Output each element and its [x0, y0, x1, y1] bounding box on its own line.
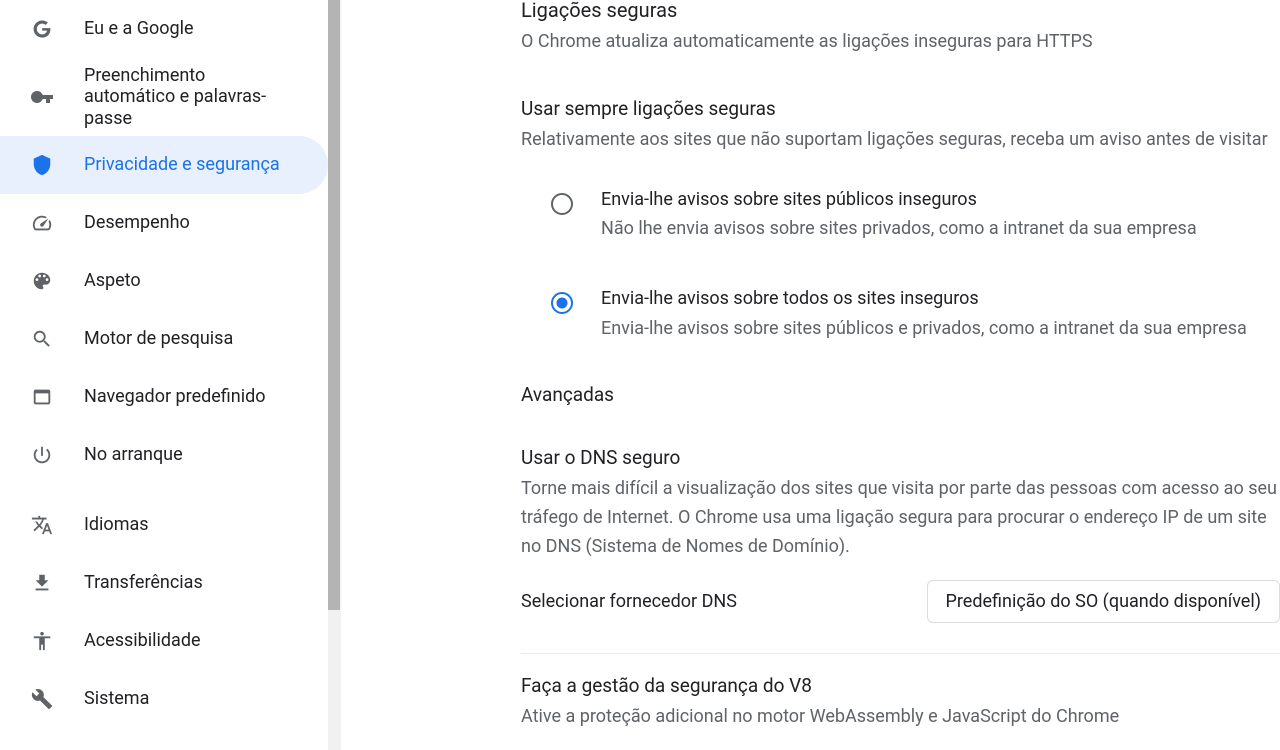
radio-label: Envia-lhe avisos sobre sites públicos in… [601, 185, 1197, 215]
settings-content: Ligações seguras O Chrome atualiza autom… [340, 0, 1280, 750]
warn-radio-group: Envia-lhe avisos sobre sites públicos in… [551, 185, 1280, 344]
subsection-title: Faça a gestão da segurança do V8 [521, 674, 1280, 697]
dns-provider-select[interactable]: Predefinição do SO (quando disponível) [927, 580, 1280, 623]
section-desc: O Chrome atualiza automaticamente as lig… [521, 28, 1280, 57]
secure-connections-section: Ligações seguras O Chrome atualiza autom… [521, 0, 1280, 57]
radio-warn-all[interactable]: Envia-lhe avisos sobre todos os sites in… [551, 284, 1280, 343]
section-desc: Ative a proteção adicional no motor WebA… [521, 703, 1280, 732]
radio-button[interactable] [551, 193, 573, 215]
sidebar-item-privacy[interactable]: Privacidade e segurança [0, 136, 328, 194]
sidebar-scrollbar[interactable] [328, 0, 340, 750]
sidebar-item-default-browser[interactable]: Navegador predefinido [0, 368, 328, 426]
dns-provider-label: Selecionar fornecedor DNS [521, 591, 737, 612]
sidebar-item-label: Acessibilidade [84, 630, 201, 652]
key-icon [30, 85, 54, 109]
scrollbar-thumb[interactable] [328, 0, 340, 610]
sidebar-item-label: Sistema [84, 688, 149, 710]
download-icon [30, 571, 54, 595]
radio-sublabel: Não lhe envia avisos sobre sites privado… [601, 214, 1197, 244]
secure-dns-section: Usar o DNS seguro Torne mais difícil a v… [521, 446, 1280, 561]
sidebar-item-appearance[interactable]: Aspeto [0, 252, 328, 310]
speed-icon [30, 211, 54, 235]
sidebar-item-google[interactable]: Eu e a Google [0, 0, 328, 58]
wrench-icon [30, 687, 54, 711]
subsection-title: Usar sempre ligações seguras [521, 97, 1280, 120]
language-icon [30, 513, 54, 537]
sidebar-item-accessibility[interactable]: Acessibilidade [0, 612, 328, 670]
v8-security-section[interactable]: Faça a gestão da segurança do V8 Ative a… [521, 674, 1280, 732]
sidebar-item-label: Preenchimento automático e palavras-pass… [84, 65, 298, 130]
sidebar-item-label: Aspeto [84, 270, 141, 292]
radio-button[interactable] [551, 292, 573, 314]
sidebar-item-label: Navegador predefinido [84, 386, 266, 408]
palette-icon [30, 269, 54, 293]
sidebar-item-label: Motor de pesquisa [84, 328, 233, 350]
section-desc: Torne mais difícil a visualização dos si… [521, 475, 1280, 561]
google-icon [30, 17, 54, 41]
sidebar: Eu e a Google Preenchimento automático e… [0, 0, 340, 750]
sidebar-item-search[interactable]: Motor de pesquisa [0, 310, 328, 368]
browser-icon [30, 385, 54, 409]
sidebar-item-performance[interactable]: Desempenho [0, 194, 328, 252]
sidebar-item-label: Privacidade e segurança [84, 154, 280, 176]
subsection-title: Usar o DNS seguro [521, 446, 1280, 469]
radio-label: Envia-lhe avisos sobre todos os sites in… [601, 284, 1247, 314]
sidebar-item-languages[interactable]: Idiomas [0, 496, 328, 554]
sidebar-item-label: Transferências [84, 572, 203, 594]
sidebar-item-system[interactable]: Sistema [0, 670, 328, 728]
sidebar-item-downloads[interactable]: Transferências [0, 554, 328, 612]
shield-icon [30, 153, 54, 177]
radio-sublabel: Envia-lhe avisos sobre sites públicos e … [601, 314, 1247, 344]
advanced-header: Avançadas [521, 383, 1280, 406]
search-icon [30, 327, 54, 351]
power-icon [30, 443, 54, 467]
sidebar-item-label: Idiomas [84, 514, 149, 536]
accessibility-icon [30, 629, 54, 653]
sidebar-item-label: No arranque [84, 444, 183, 466]
section-title: Ligações seguras [521, 0, 1280, 22]
sidebar-item-label: Eu e a Google [84, 18, 194, 40]
dns-provider-row: Selecionar fornecedor DNS Predefinição d… [521, 580, 1280, 654]
sidebar-item-autofill[interactable]: Preenchimento automático e palavras-pass… [0, 58, 328, 136]
sidebar-item-startup[interactable]: No arranque [0, 426, 328, 484]
sidebar-item-label: Desempenho [84, 212, 190, 234]
radio-warn-public-only[interactable]: Envia-lhe avisos sobre sites públicos in… [551, 185, 1280, 244]
section-desc: Relativamente aos sites que não suportam… [521, 126, 1280, 155]
always-secure-section: Usar sempre ligações seguras Relativamen… [521, 97, 1280, 344]
